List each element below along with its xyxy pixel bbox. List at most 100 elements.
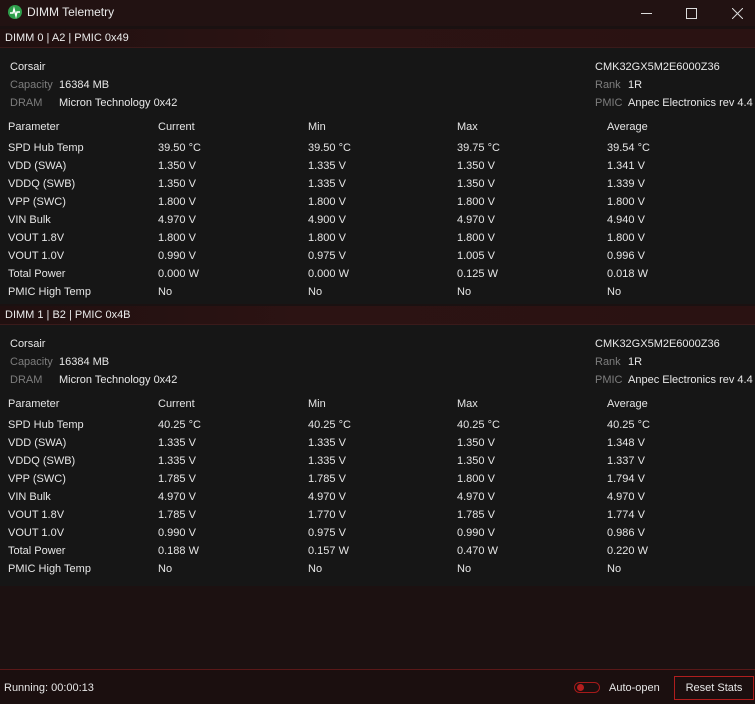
dimm-1-header: DIMM 1 | B2 | PMIC 0x4B — [0, 306, 755, 325]
close-button[interactable] — [714, 0, 755, 26]
min-cell: No — [308, 563, 323, 575]
table-row: VOUT 1.0V 0.990 V 0.975 V 1.005 V 0.996 … — [0, 247, 755, 265]
parameter-cell: VDDQ (SWB) — [8, 455, 76, 467]
table-row: VPP (SWC) 1.785 V 1.785 V 1.800 V 1.794 … — [0, 470, 755, 488]
parameter-cell: SPD Hub Temp — [8, 142, 84, 154]
max-cell: 1.800 V — [457, 232, 495, 244]
column-header: Average — [607, 121, 648, 133]
parameter-cell: VIN Bulk — [8, 491, 51, 503]
dimm-0-part-number: CMK32GX5M2E6000Z36 — [595, 61, 720, 73]
min-cell: 40.25 °C — [308, 419, 351, 431]
table-row: PMIC High Temp No No No No — [0, 283, 755, 301]
current-cell: 1.785 V — [158, 509, 196, 521]
column-header: Average — [607, 398, 648, 410]
minimize-icon — [640, 12, 652, 14]
column-header: Parameter — [8, 398, 60, 410]
max-cell: 0.990 V — [457, 527, 495, 539]
table-row: VIN Bulk 4.970 V 4.970 V 4.970 V 4.970 V — [0, 488, 755, 506]
current-cell: 1.800 V — [158, 232, 196, 244]
table-header: Parameter Current Min Max Average — [0, 395, 755, 413]
parameter-cell: VOUT 1.8V — [8, 232, 65, 244]
dimm-0-vendor: Corsair — [10, 61, 46, 73]
window-title: DIMM Telemetry — [27, 5, 115, 19]
average-cell: 0.018 W — [607, 268, 648, 280]
parameter-cell: VOUT 1.0V — [8, 250, 65, 262]
dimm-0-capacity: 16384 MB — [59, 79, 110, 91]
column-header: Min — [308, 121, 326, 133]
min-cell: 0.000 W — [308, 268, 349, 280]
pmic-label: PMIC — [595, 97, 623, 109]
table-row: VOUT 1.0V 0.990 V 0.975 V 0.990 V 0.986 … — [0, 524, 755, 542]
current-cell: 1.335 V — [158, 437, 196, 449]
auto-open-toggle[interactable] — [574, 682, 600, 693]
rank-label: Rank — [595, 356, 621, 368]
table-row: VOUT 1.8V 1.800 V 1.800 V 1.800 V 1.800 … — [0, 229, 755, 247]
parameter-cell: PMIC High Temp — [8, 286, 91, 298]
parameter-cell: VPP (SWC) — [8, 196, 66, 208]
min-cell: 1.800 V — [308, 196, 346, 208]
dimm-1-part-number: CMK32GX5M2E6000Z36 — [595, 338, 720, 350]
max-cell: 1.350 V — [457, 160, 495, 172]
table-row: Total Power 0.000 W 0.000 W 0.125 W 0.01… — [0, 265, 755, 283]
table-row: Total Power 0.188 W 0.157 W 0.470 W 0.22… — [0, 542, 755, 560]
column-header: Max — [457, 121, 478, 133]
parameter-cell: VOUT 1.8V — [8, 509, 65, 521]
minimize-button[interactable] — [623, 0, 669, 26]
current-cell: 1.350 V — [158, 160, 196, 172]
maximize-icon — [685, 7, 697, 19]
parameter-cell: VDDQ (SWB) — [8, 178, 76, 190]
table-row: VDDQ (SWB) 1.350 V 1.335 V 1.350 V 1.339… — [0, 175, 755, 193]
average-cell: 0.986 V — [607, 527, 645, 539]
min-cell: 39.50 °C — [308, 142, 351, 154]
current-cell: 1.350 V — [158, 178, 196, 190]
average-cell: No — [607, 563, 622, 575]
parameter-cell: VIN Bulk — [8, 214, 51, 226]
column-header: Max — [457, 398, 478, 410]
title-bar: DIMM Telemetry — [0, 0, 755, 26]
average-cell: 1.341 V — [607, 160, 645, 172]
dram-label: DRAM — [10, 374, 43, 386]
average-cell: 1.337 V — [607, 455, 645, 467]
dimm-0-pmic: Anpec Electronics rev 4.4 — [628, 97, 753, 109]
min-cell: 4.970 V — [308, 491, 346, 503]
current-cell: 1.800 V — [158, 196, 196, 208]
dimm-1-title: DIMM 1 | B2 | PMIC 0x4B — [5, 309, 131, 321]
dimm-0-panel: Corsair CMK32GX5M2E6000Z36 Capacity 1638… — [0, 48, 755, 304]
running-timer: Running: 00:00:13 — [4, 682, 94, 694]
dimm-0-rank: 1R — [628, 79, 643, 91]
current-cell: 0.990 V — [158, 250, 196, 262]
column-header: Min — [308, 398, 326, 410]
capacity-label: Capacity — [10, 79, 53, 91]
dimm-1-dram: Micron Technology 0x42 — [59, 374, 178, 386]
average-cell: 1.800 V — [607, 196, 645, 208]
table-row: SPD Hub Temp 40.25 °C 40.25 °C 40.25 °C … — [0, 416, 755, 434]
min-cell: 1.770 V — [308, 509, 346, 521]
parameter-cell: PMIC High Temp — [8, 563, 91, 575]
current-cell: 0.188 W — [158, 545, 199, 557]
capacity-label: Capacity — [10, 356, 53, 368]
table-row: VPP (SWC) 1.800 V 1.800 V 1.800 V 1.800 … — [0, 193, 755, 211]
dimm-1-capacity: 16384 MB — [59, 356, 110, 368]
max-cell: No — [457, 286, 472, 298]
max-cell: 39.75 °C — [457, 142, 500, 154]
current-cell: 4.970 V — [158, 491, 196, 503]
average-cell: 1.348 V — [607, 437, 645, 449]
table-row: VDDQ (SWB) 1.335 V 1.335 V 1.350 V 1.337… — [0, 452, 755, 470]
reset-stats-button[interactable]: Reset Stats — [674, 676, 754, 700]
pmic-label: PMIC — [595, 374, 623, 386]
dimm-0-header: DIMM 0 | A2 | PMIC 0x49 — [0, 29, 755, 48]
average-cell: 4.970 V — [607, 491, 645, 503]
average-cell: 0.996 V — [607, 250, 645, 262]
parameter-cell: Total Power — [8, 545, 66, 557]
max-cell: 0.470 W — [457, 545, 498, 557]
min-cell: 1.335 V — [308, 437, 346, 449]
max-cell: 1.800 V — [457, 473, 495, 485]
average-cell: 1.794 V — [607, 473, 645, 485]
current-cell: 0.000 W — [158, 268, 199, 280]
max-cell: 0.125 W — [457, 268, 498, 280]
min-cell: 1.800 V — [308, 232, 346, 244]
max-cell: 4.970 V — [457, 491, 495, 503]
parameter-cell: Total Power — [8, 268, 66, 280]
empty-area — [0, 586, 755, 669]
maximize-button[interactable] — [668, 0, 714, 26]
